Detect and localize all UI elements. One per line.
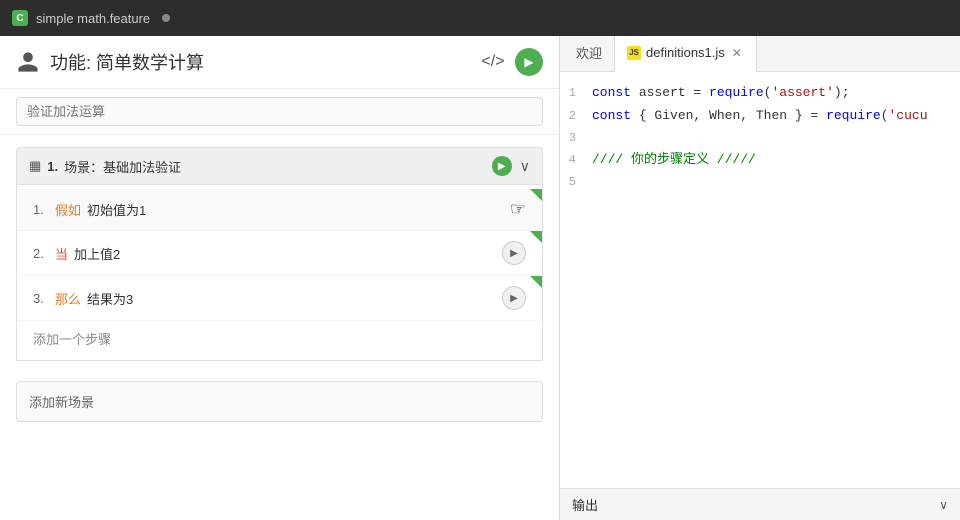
step-3-left: 3. 那么 结果为3 bbox=[33, 289, 133, 308]
scenario-collapse-button[interactable]: ∨ bbox=[520, 158, 530, 175]
code-line-5: 5 bbox=[560, 172, 960, 193]
feature-header: 功能: 简单数学计算 </> ▶ bbox=[0, 36, 559, 89]
line-num-2: 2 bbox=[560, 107, 592, 126]
app-icon: C bbox=[12, 10, 28, 26]
scenario-header-right: ▶ ∨ bbox=[492, 156, 530, 176]
scenario-section: ▦ 1. 场景：基础加法验证 ▶ ∨ 1. 假如 初始值为1 bbox=[16, 147, 543, 361]
main-layout: 功能: 简单数学计算 </> ▶ ▦ 1. 场景：基础加法验证 bbox=[0, 36, 960, 520]
left-panel: 功能: 简单数学计算 </> ▶ ▦ 1. 场景：基础加法验证 bbox=[0, 36, 560, 520]
output-bar: 输出 ∨ bbox=[560, 488, 960, 520]
step-2-left: 2. 当 加上值2 bbox=[33, 244, 120, 263]
tab-definitions[interactable]: JS definitions1.js ✕ bbox=[615, 36, 757, 72]
code-line-2: 2 const { Given, When, Then } = require(… bbox=[560, 105, 960, 128]
code-line-4: 4 //// 你的步骤定义 ///// bbox=[560, 149, 960, 172]
line-num-5: 5 bbox=[560, 173, 592, 192]
step-1-keyword: 假如 bbox=[55, 200, 81, 219]
code-toggle-button[interactable]: </> bbox=[479, 48, 507, 76]
step-1-text: 初始值为1 bbox=[87, 200, 146, 219]
step-2-corner bbox=[530, 231, 542, 243]
step-3-corner bbox=[530, 276, 542, 288]
step-3-action-button[interactable]: ▶ bbox=[502, 286, 526, 310]
step-1-left: 1. 假如 初始值为1 bbox=[33, 200, 146, 219]
step-row: 1. 假如 初始值为1 ☞ bbox=[17, 189, 542, 231]
scenario-icon: ▦ bbox=[29, 158, 41, 174]
search-bar bbox=[0, 89, 559, 135]
code-content-2: const { Given, When, Then } = require('c… bbox=[592, 106, 928, 127]
output-chevron-button[interactable]: ∨ bbox=[939, 498, 948, 512]
step-2-num: 2. bbox=[33, 246, 49, 261]
step-row: 3. 那么 结果为3 ▶ bbox=[17, 276, 542, 321]
run-feature-button[interactable]: ▶ bbox=[515, 48, 543, 76]
tab-close-button[interactable]: ✕ bbox=[730, 46, 744, 60]
search-input[interactable] bbox=[16, 97, 543, 126]
scenario-title: 场景：基础加法验证 bbox=[64, 157, 181, 176]
line-num-4: 4 bbox=[560, 151, 592, 170]
user-icon bbox=[16, 50, 40, 74]
scenario-run-button[interactable]: ▶ bbox=[492, 156, 512, 176]
modified-dot bbox=[162, 14, 170, 22]
top-bar: C simple math.feature bbox=[0, 0, 960, 36]
tab-welcome[interactable]: 欢迎 bbox=[564, 36, 615, 72]
scenario-header-left: ▦ 1. 场景：基础加法验证 bbox=[29, 157, 181, 176]
code-line-3: 3 bbox=[560, 128, 960, 149]
step-1-corner bbox=[530, 189, 542, 201]
step-2-keyword: 当 bbox=[55, 244, 68, 263]
file-title: simple math.feature bbox=[36, 11, 150, 26]
feature-header-left: 功能: 简单数学计算 bbox=[16, 49, 204, 75]
code-line-1: 1 const assert = require('assert'); bbox=[560, 82, 960, 105]
tabs-bar: 欢迎 JS definitions1.js ✕ bbox=[560, 36, 960, 72]
code-editor: 1 const assert = require('assert'); 2 co… bbox=[560, 72, 960, 488]
code-content-4: //// 你的步骤定义 ///// bbox=[592, 150, 756, 171]
step-3-text: 结果为3 bbox=[87, 289, 133, 308]
line-num-3: 3 bbox=[560, 129, 592, 148]
scenario-num: 1. bbox=[47, 159, 58, 174]
tab-definitions-label: definitions1.js bbox=[646, 45, 725, 60]
js-icon: JS bbox=[627, 46, 641, 60]
step-1-num: 1. bbox=[33, 202, 49, 217]
step-1-action-cursor[interactable]: ☞ bbox=[510, 199, 526, 219]
add-step-link[interactable]: 添加一个步骤 bbox=[17, 321, 542, 356]
step-3-num: 3. bbox=[33, 291, 49, 306]
tab-welcome-label: 欢迎 bbox=[576, 43, 602, 62]
code-content-1: const assert = require('assert'); bbox=[592, 83, 850, 104]
scenario-header: ▦ 1. 场景：基础加法验证 ▶ ∨ bbox=[16, 147, 543, 185]
step-3-keyword: 那么 bbox=[55, 289, 81, 308]
steps-container: 1. 假如 初始值为1 ☞ 2. 当 加上值2 bbox=[16, 185, 543, 361]
output-label: 输出 bbox=[572, 495, 598, 514]
feature-title: 功能: 简单数学计算 bbox=[50, 49, 204, 75]
step-2-text: 加上值2 bbox=[74, 244, 120, 263]
step-2-action-button[interactable]: ▶ bbox=[502, 241, 526, 265]
step-row: 2. 当 加上值2 ▶ bbox=[17, 231, 542, 276]
right-panel: 欢迎 JS definitions1.js ✕ 1 const assert =… bbox=[560, 36, 960, 520]
line-num-1: 1 bbox=[560, 84, 592, 103]
add-scenario-button[interactable]: 添加新场景 bbox=[16, 381, 543, 422]
